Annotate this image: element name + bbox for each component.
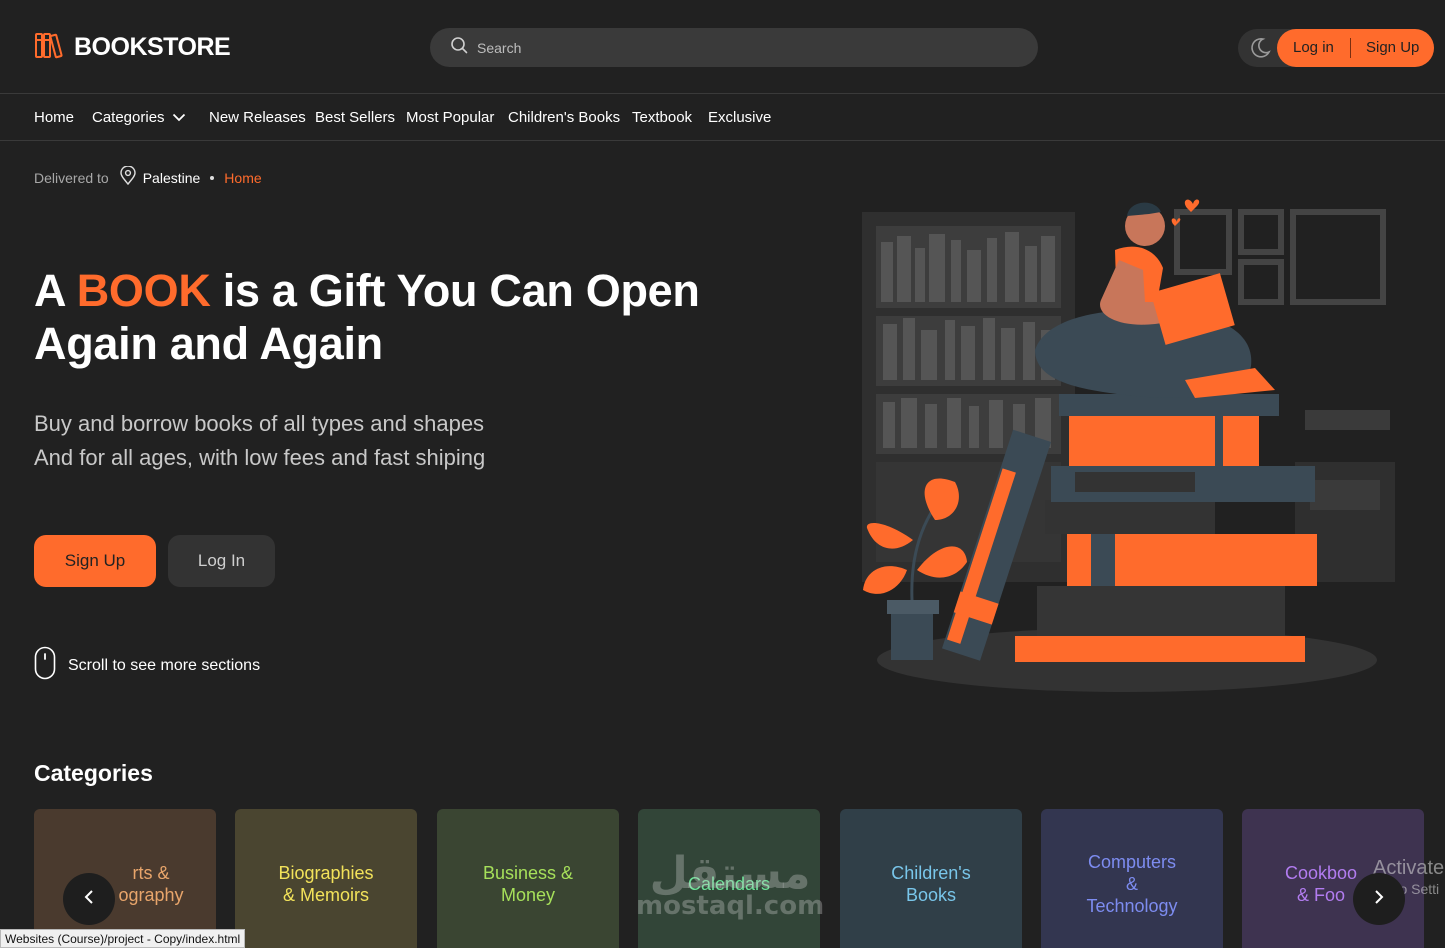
search-input[interactable]	[477, 39, 1017, 56]
carousel-next-button[interactable]	[1353, 873, 1405, 925]
hero-title-accent: BOOK	[76, 265, 211, 316]
nav-item-exclusive[interactable]: Exclusive	[708, 109, 771, 126]
hero-login-button[interactable]: Log In	[168, 535, 275, 587]
scroll-hint: Scroll to see more sections	[34, 646, 260, 685]
browser-status-bar: Websites (Course)/project - Copy/index.h…	[0, 929, 246, 948]
books-logo-icon	[34, 30, 64, 65]
watermark: مستقل mostaql.com	[636, 850, 825, 921]
chevron-down-icon	[169, 109, 186, 126]
chevron-right-icon	[1373, 889, 1385, 910]
nav-item-best-sellers[interactable]: Best Sellers	[315, 109, 395, 126]
delivery-location[interactable]: Palestine	[143, 170, 201, 186]
carousel-prev-button[interactable]	[63, 873, 115, 925]
header-signup-button[interactable]: Sign Up	[1366, 39, 1419, 56]
main-nav: Home Categories New Releases Best Seller…	[0, 94, 1445, 141]
nav-item-categories[interactable]: Categories	[92, 109, 186, 126]
nav-item-childrens-books[interactable]: Children's Books	[508, 109, 620, 126]
category-label: Business & Money	[482, 863, 574, 905]
moon-icon[interactable]	[1248, 37, 1272, 64]
auth-divider	[1350, 38, 1351, 58]
auth-buttons: Log in Sign Up	[1277, 29, 1434, 67]
hero-title: A BOOK is a Gift You Can Open Again and …	[34, 264, 754, 370]
header-login-button[interactable]: Log in	[1293, 39, 1334, 56]
category-card-childrens[interactable]: Children's Books	[840, 809, 1022, 948]
category-card-arts[interactable]: rts & ography	[34, 809, 216, 948]
category-label: Children's Books	[891, 863, 971, 905]
categories-title: Categories	[34, 760, 153, 786]
hero-title-line-2: Again and Again	[34, 318, 383, 369]
category-label: Cookboo & Foo	[1284, 863, 1358, 905]
mouse-icon	[34, 646, 56, 685]
hero-subtitle-line-2: And for all ages, with low fees and fast…	[34, 445, 486, 470]
header-actions: Log in Sign Up	[1238, 29, 1434, 67]
brand-name: BOOKSTORE	[74, 33, 231, 61]
category-card-biographies[interactable]: Biographies & Memoirs	[235, 809, 417, 948]
nav-item-new-releases[interactable]: New Releases	[209, 109, 306, 126]
hero-signup-button[interactable]: Sign Up	[34, 535, 156, 587]
brand-logo[interactable]: BOOKSTORE	[34, 30, 231, 65]
watermark-latin: mostaql.com	[636, 891, 825, 921]
location-pin-icon	[119, 165, 137, 189]
nav-item-home[interactable]: Home	[34, 109, 74, 126]
category-label: Computers & Technology	[1086, 852, 1178, 916]
category-card-computers[interactable]: Computers & Technology	[1041, 809, 1223, 948]
chevron-left-icon	[83, 889, 95, 910]
search-bar[interactable]	[430, 28, 1038, 67]
hero-subtitle: Buy and borrow books of all types and sh…	[34, 407, 594, 475]
breadcrumb-home[interactable]: Home	[224, 170, 261, 186]
category-label: Biographies & Memoirs	[278, 863, 374, 905]
hero-title-rest: is a Gift You Can Open	[210, 265, 700, 316]
person-reading-on-books-illustration	[855, 190, 1400, 695]
category-card-business[interactable]: Business & Money	[437, 809, 619, 948]
nav-item-label: Categories	[92, 109, 165, 126]
hero-subtitle-line-1: Buy and borrow books of all types and sh…	[34, 411, 485, 436]
scroll-hint-text: Scroll to see more sections	[68, 656, 261, 674]
category-label: rts & ography	[118, 863, 184, 905]
top-bar: BOOKSTORE Log in Sign Up	[0, 0, 1445, 94]
breadcrumb: Delivered to Palestine Home	[34, 165, 262, 189]
delivered-label: Delivered to	[34, 169, 109, 186]
nav-item-most-popular[interactable]: Most Popular	[406, 109, 494, 126]
breadcrumb-separator	[210, 175, 215, 180]
nav-item-textbook[interactable]: Textbook	[632, 109, 692, 126]
hero-title-prefix: A	[34, 265, 77, 316]
search-icon	[450, 36, 468, 59]
